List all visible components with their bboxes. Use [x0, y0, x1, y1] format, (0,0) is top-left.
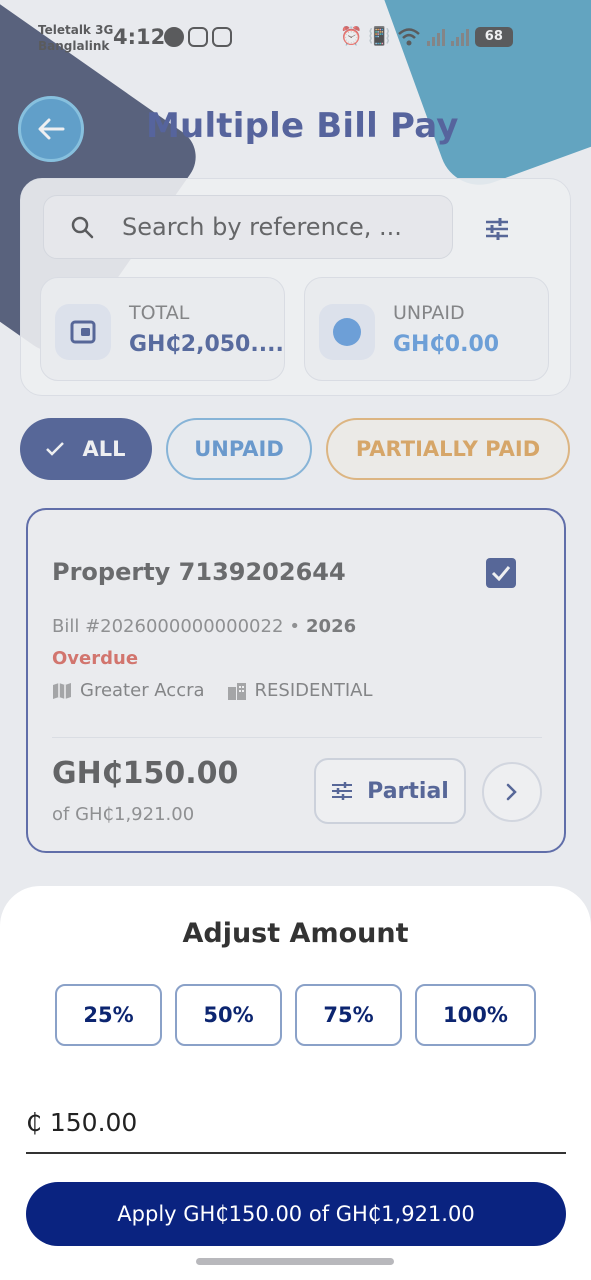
preset-100-button[interactable]: 100% — [415, 984, 536, 1046]
preset-50-button[interactable]: 50% — [175, 984, 282, 1046]
home-indicator[interactable] — [196, 1258, 394, 1265]
amount-input[interactable]: ₵ 150.00 — [26, 1092, 566, 1154]
apply-button[interactable]: Apply GH₵150.00 of GH₵1,921.00 — [26, 1182, 566, 1246]
app-screen: Teletalk 3G Banglalink 4:12 ⏰ 📳 68 Multi… — [0, 0, 591, 1280]
adjust-amount-sheet: Adjust Amount 25% 50% 75% 100% ₵ 150.00 … — [0, 886, 591, 1280]
preset-75-button[interactable]: 75% — [295, 984, 402, 1046]
preset-25-button[interactable]: 25% — [55, 984, 162, 1046]
sheet-title: Adjust Amount — [182, 918, 409, 949]
